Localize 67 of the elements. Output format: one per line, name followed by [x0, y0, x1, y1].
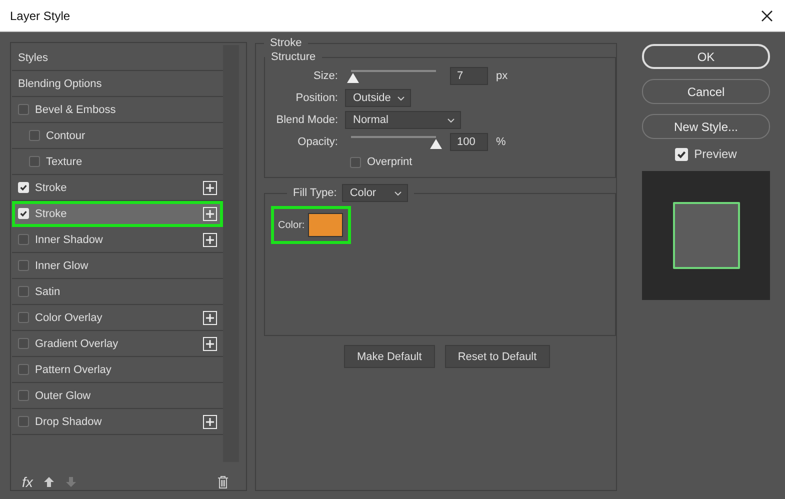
scrollbar[interactable]: [223, 45, 239, 462]
checkbox[interactable]: [29, 156, 40, 167]
color-label: Color:: [278, 220, 305, 230]
group-title: Structure: [270, 51, 317, 63]
fill-type-label: Fill Type:: [293, 187, 337, 199]
add-icon[interactable]: [203, 180, 218, 194]
checkbox[interactable]: [18, 234, 29, 245]
opacity-label: Opacity:: [296, 136, 338, 148]
effect-label: Stroke: [35, 182, 68, 194]
caret-icon: [397, 96, 405, 100]
add-icon[interactable]: [203, 310, 218, 324]
checkbox[interactable]: [18, 390, 29, 401]
window-title: Layer Style: [10, 8, 72, 22]
effect-label: Bevel & Emboss: [35, 104, 117, 116]
overprint-label: Overprint: [367, 156, 414, 168]
preview-label: Preview: [694, 147, 737, 161]
trash-icon[interactable]: [217, 475, 229, 489]
default-button[interactable]: Reset to Default: [444, 345, 550, 368]
checkbox[interactable]: [18, 286, 29, 297]
effect-label: Outer Glow: [35, 390, 92, 402]
group-title: Stroke: [269, 37, 303, 49]
preview-square: [672, 202, 740, 269]
effect-label: Gradient Overlay: [35, 338, 120, 350]
caret-icon: [394, 190, 402, 196]
position-label: Position:: [294, 92, 338, 104]
checkbox[interactable]: [29, 130, 40, 141]
add-icon[interactable]: [203, 232, 218, 246]
add-icon[interactable]: [203, 206, 218, 220]
fx-button[interactable]: fx: [22, 474, 33, 490]
blend-mode-label: Blend Mode:: [275, 114, 338, 126]
slider-thumb[interactable]: [346, 73, 359, 83]
checkbox[interactable]: [18, 364, 29, 375]
effect-label: Inner Glow: [35, 260, 90, 272]
add-icon[interactable]: [203, 414, 218, 428]
dialog-button[interactable]: New Style...: [642, 114, 770, 139]
checkbox[interactable]: [18, 338, 29, 349]
effect-label: Pattern Overlay: [35, 364, 112, 376]
fill-type-dropdown[interactable]: Color: [342, 184, 408, 202]
checkbox[interactable]: [18, 260, 29, 271]
checkbox[interactable]: [18, 312, 29, 323]
effect-label: Texture: [46, 156, 84, 168]
slider-thumb[interactable]: [430, 139, 442, 149]
add-icon[interactable]: [203, 336, 218, 350]
caret-icon: [447, 118, 455, 122]
effect-label: Color Overlay: [35, 312, 104, 324]
effect-label: Satin: [35, 286, 62, 298]
checkbox[interactable]: [18, 104, 29, 115]
effect-label: Contour: [46, 130, 86, 142]
dialog-button[interactable]: Cancel: [642, 79, 770, 104]
position-dropdown[interactable]: Outside: [345, 89, 411, 107]
effect-list-item[interactable]: Stroke: [12, 201, 224, 227]
effect-label: Inner Shadow: [35, 234, 104, 246]
close-icon[interactable]: [761, 10, 773, 22]
unit-label: %: [496, 136, 506, 148]
blend-mode-dropdown[interactable]: Normal: [345, 111, 461, 129]
effect-label: Drop Shadow: [35, 416, 103, 428]
checkbox[interactable]: [18, 416, 29, 427]
opacity-input[interactable]: 100: [450, 133, 488, 151]
size-label: Size:: [312, 70, 338, 82]
color-swatch[interactable]: [308, 213, 343, 237]
default-button[interactable]: Make Default: [344, 345, 435, 368]
checkbox[interactable]: [350, 156, 361, 168]
move-up-icon[interactable]: [42, 476, 55, 488]
dialog-button[interactable]: OK: [642, 44, 770, 69]
effect-label: Stroke: [35, 208, 68, 220]
size-input[interactable]: 7: [450, 67, 488, 85]
unit-label: px: [496, 70, 508, 82]
